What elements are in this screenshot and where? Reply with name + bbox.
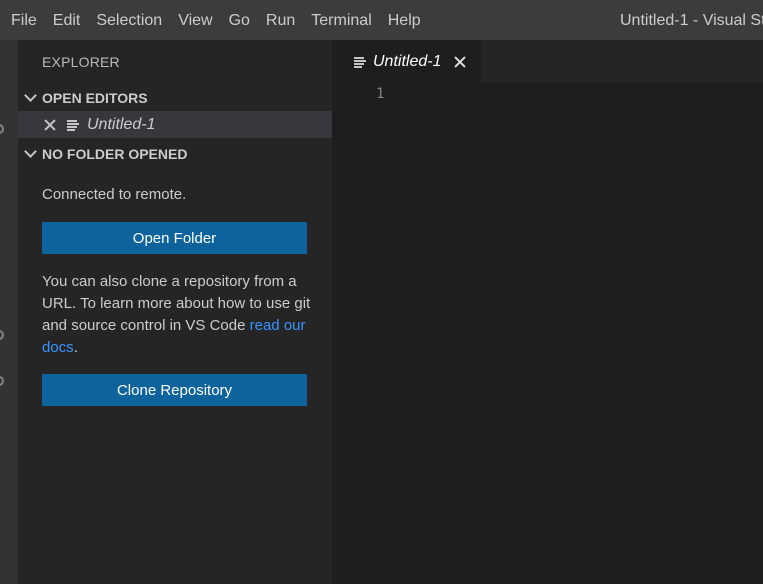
menu-run[interactable]: Run <box>258 0 303 40</box>
menu-file[interactable]: File <box>3 0 45 40</box>
section-label: NO FOLDER OPENED <box>42 146 188 162</box>
close-icon[interactable] <box>43 118 57 132</box>
menu-selection[interactable]: Selection <box>88 0 170 40</box>
activity-bar <box>0 40 18 584</box>
menu-edit[interactable]: Edit <box>45 0 89 40</box>
activity-icon[interactable] <box>0 330 4 340</box>
file-lines-icon <box>354 56 366 68</box>
sidebar-title: EXPLORER <box>42 54 120 70</box>
section-label: OPEN EDITORS <box>42 90 148 106</box>
file-lines-icon <box>67 119 79 131</box>
no-folder-header[interactable]: NO FOLDER OPENED <box>18 143 332 165</box>
clone-description: You can also clone a repository from a U… <box>42 271 312 359</box>
explorer-sidebar: EXPLORER OPEN EDITORS Untitled-1 NO FOLD… <box>18 40 332 584</box>
activity-icon[interactable] <box>0 376 4 386</box>
menu-help[interactable]: Help <box>380 0 429 40</box>
menu-go[interactable]: Go <box>221 0 258 40</box>
menu-view[interactable]: View <box>170 0 220 40</box>
close-icon[interactable] <box>453 55 467 69</box>
connected-text: Connected to remote. <box>42 186 187 203</box>
line-number: 1 <box>376 86 385 102</box>
open-folder-button[interactable]: Open Folder <box>42 222 307 254</box>
tab-untitled-1[interactable]: Untitled-1 <box>332 40 481 83</box>
title-bar: File Edit Selection View Go Run Terminal… <box>0 0 763 40</box>
clone-description-end: . <box>73 339 78 356</box>
tabs-bar: Untitled-1 <box>332 40 763 83</box>
chevron-down-icon <box>22 87 40 109</box>
open-editors-header[interactable]: OPEN EDITORS <box>18 87 332 109</box>
editor-area: Untitled-1 1 <box>332 40 763 584</box>
vscode-window: File Edit Selection View Go Run Terminal… <box>0 0 763 584</box>
menu-bar: File Edit Selection View Go Run Terminal… <box>0 0 429 40</box>
tab-label: Untitled-1 <box>373 52 442 70</box>
clone-repository-button[interactable]: Clone Repository <box>42 374 307 406</box>
menu-terminal[interactable]: Terminal <box>303 0 379 40</box>
window-title: Untitled-1 - Visual Studio Code <box>620 12 763 29</box>
open-editor-item[interactable]: Untitled-1 <box>18 111 332 138</box>
activity-icon[interactable] <box>0 124 4 134</box>
chevron-down-icon <box>22 143 40 165</box>
open-editor-label: Untitled-1 <box>87 115 156 133</box>
